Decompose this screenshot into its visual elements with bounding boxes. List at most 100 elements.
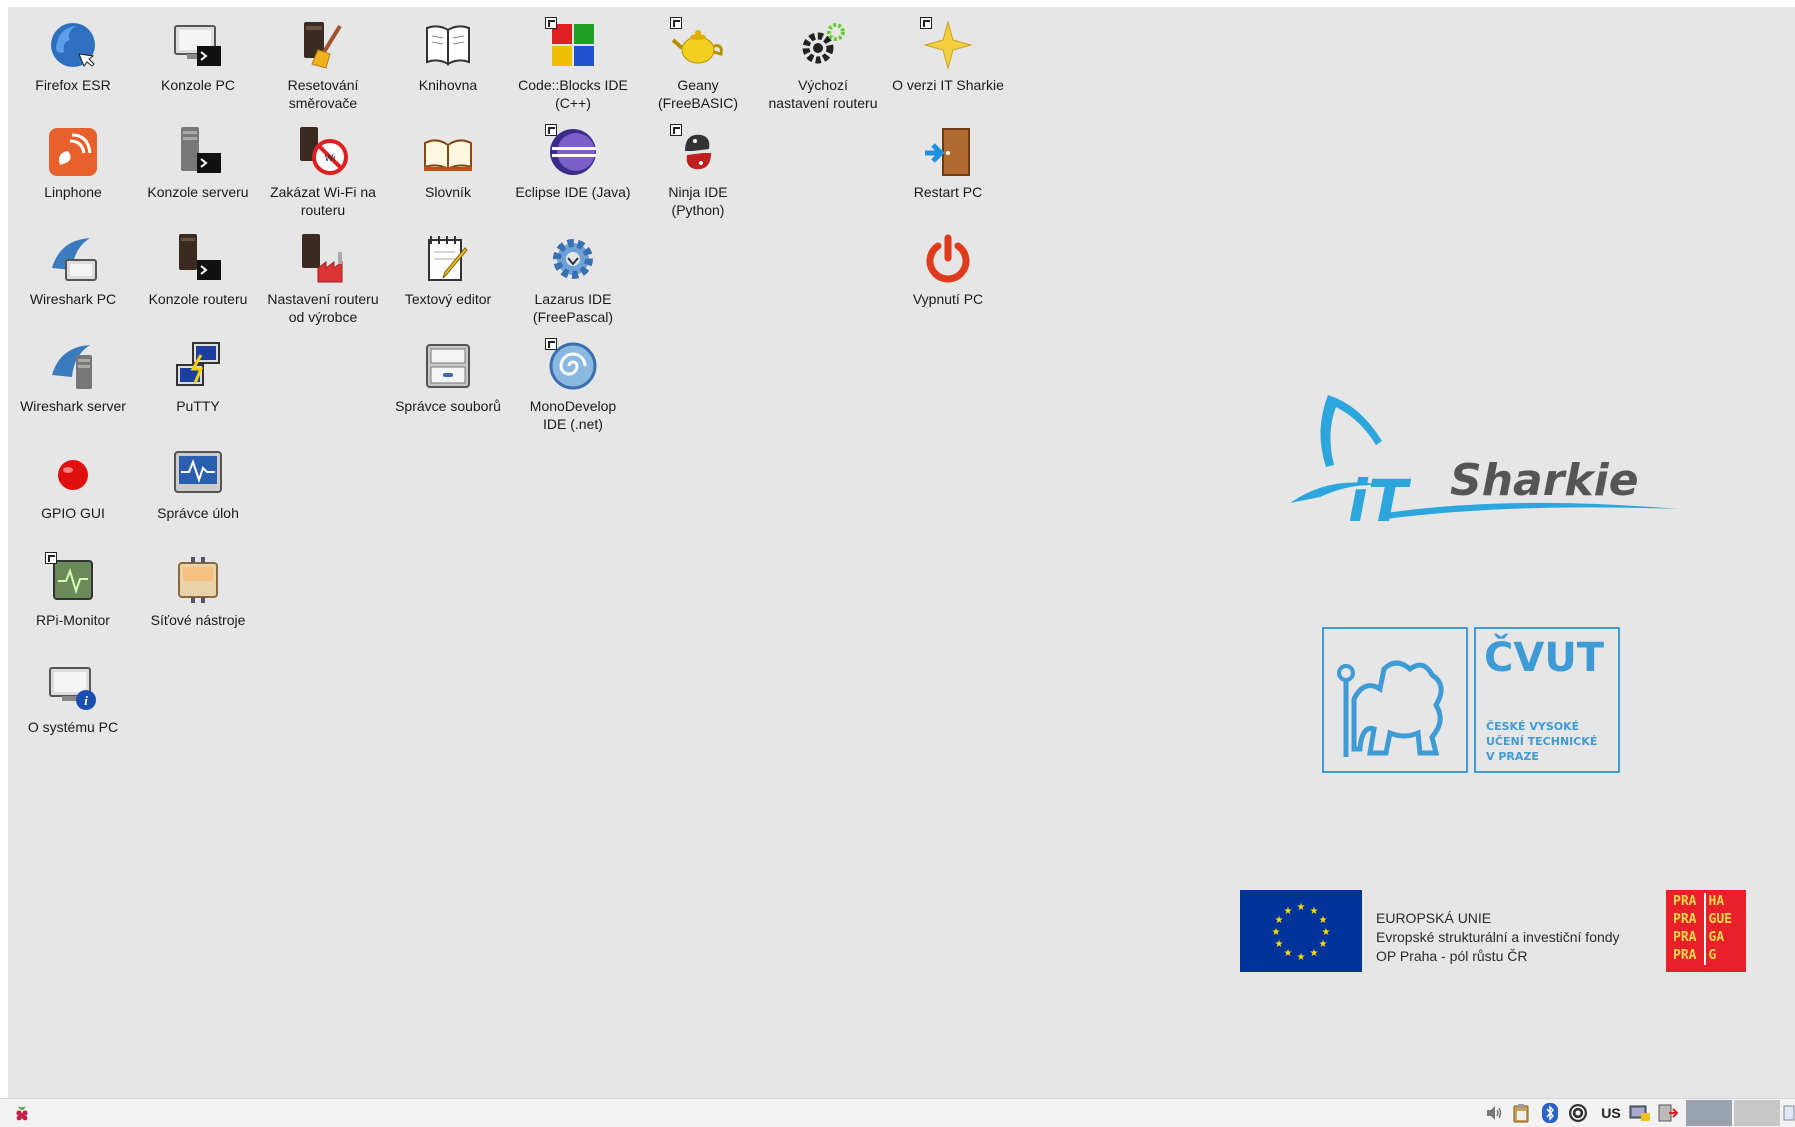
- svg-text:★: ★: [1319, 915, 1328, 926]
- desktop-icon-library[interactable]: Knihovna: [387, 17, 509, 94]
- wireshark-fin-icon: [45, 231, 101, 287]
- workspace-1[interactable]: [1686, 1100, 1732, 1126]
- cvut-line-1: ČESKÉ VYSOKÉ: [1486, 720, 1580, 733]
- eu-text: EUROPSKÁ UNIE Evropské strukturální a in…: [1376, 909, 1620, 966]
- desktop-icon-monodevelop[interactable]: MonoDevelop IDE (.net): [512, 338, 634, 433]
- eu-line-2: Evropské strukturální a investiční fondy: [1376, 929, 1620, 945]
- it-sharkie-logo: iT Sharkie: [1290, 385, 1680, 535]
- desktop-icon-task-manager[interactable]: Správce úloh: [137, 445, 259, 522]
- desktop-icon-disable-wifi[interactable]: Wi Zakázat Wi-Fi na routeru: [262, 124, 384, 219]
- desktop-icon-label: Nastavení routeru od výrobce: [267, 291, 379, 325]
- svg-text:★: ★: [1310, 948, 1319, 959]
- linphone-icon: [45, 124, 101, 180]
- show-desktop-icon[interactable]: [1782, 1103, 1795, 1123]
- praha-cell: PRA: [1666, 929, 1706, 947]
- desktop: Firefox ESR Konzole PC Resetování směrov…: [8, 7, 1795, 1098]
- desktop-icon-wireshark-server[interactable]: Wireshark server: [12, 338, 134, 415]
- desktop-icon-about-it-sharkie[interactable]: O verzi IT Sharkie: [887, 17, 1009, 94]
- desktop-icon-geany[interactable]: Geany (FreeBASIC): [637, 17, 759, 112]
- star-icon: [920, 17, 976, 73]
- cvut-wordmark: ČVUT ČESKÉ VYSOKÉ UČENÍ TECHNICKÉ V PRAZ…: [1474, 627, 1620, 773]
- desktop-icon-text-editor[interactable]: Textový editor: [387, 231, 509, 308]
- desktop-icon-label: O verzi IT Sharkie: [892, 77, 1004, 93]
- firefox-icon: [45, 17, 101, 73]
- logout-icon[interactable]: [1656, 1103, 1680, 1123]
- svg-text:Wi: Wi: [325, 153, 336, 163]
- desktop-icon-shutdown[interactable]: Vypnutí PC: [887, 231, 1009, 308]
- it-sharkie-name: Sharkie: [1450, 455, 1639, 506]
- screen-icon[interactable]: [1628, 1103, 1652, 1123]
- desktop-icon-about-system[interactable]: i O systému PC: [12, 659, 134, 736]
- it-sharkie-prefix: iT: [1348, 467, 1412, 535]
- desktop-icon-rpi-monitor[interactable]: RPi-Monitor: [12, 552, 134, 629]
- shortcut-arrow-icon: [45, 552, 57, 564]
- svg-text:★: ★: [1297, 902, 1306, 913]
- power-icon: [920, 231, 976, 287]
- svg-text:★: ★: [1275, 915, 1284, 926]
- monitor-info-icon: i: [45, 659, 101, 715]
- wifi-off-icon: Wi: [295, 124, 351, 180]
- desktop-icon-label: PuTTY: [176, 398, 220, 414]
- desktop-icon-gpio[interactable]: GPIO GUI: [12, 445, 134, 522]
- svg-text:★: ★: [1322, 927, 1331, 938]
- desktop-icon-eclipse[interactable]: Eclipse IDE (Java): [512, 124, 634, 201]
- desktop-icon-label: RPi-Monitor: [36, 612, 110, 628]
- praha-cell: GA: [1708, 930, 1725, 945]
- desktop-icon-reset-router[interactable]: Resetování směrovače: [262, 17, 384, 112]
- desktop-icon-ninja[interactable]: Ninja IDE (Python): [637, 124, 759, 219]
- network-tools-icon: [170, 552, 226, 608]
- red-dot-icon: [45, 445, 101, 501]
- keyboard-layout-indicator[interactable]: US: [1596, 1103, 1626, 1123]
- desktop-icon-label: Wireshark PC: [29, 291, 117, 307]
- open-book-icon: [420, 124, 476, 180]
- eu-flag: ★ ★ ★ ★ ★ ★ ★ ★ ★ ★ ★ ★: [1240, 890, 1362, 972]
- desktop-icon-label: Textový editor: [404, 291, 492, 307]
- desktop-icon-router-factory[interactable]: Nastavení routeru od výrobce: [262, 231, 384, 326]
- router-terminal-icon: [170, 231, 226, 287]
- shortcut-arrow-icon: [920, 17, 932, 29]
- desktop-icon-network-tools[interactable]: Síťové nástroje: [137, 552, 259, 629]
- volume-icon[interactable]: [1484, 1103, 1504, 1123]
- server-terminal-icon: [170, 124, 226, 180]
- svg-text:★: ★: [1272, 927, 1281, 938]
- desktop-icon-default-router[interactable]: Výchozí nastavení routeru: [762, 17, 884, 112]
- cvut-title: ČVUT: [1484, 635, 1605, 681]
- desktop-icon-label: Code::Blocks IDE (C++): [518, 77, 628, 111]
- svg-text:★: ★: [1310, 906, 1319, 917]
- notepad-pencil-icon: [420, 231, 476, 287]
- desktop-icon-label: Správce úloh: [157, 505, 239, 521]
- svg-text:★: ★: [1284, 906, 1293, 917]
- desktop-icon-firefox[interactable]: Firefox ESR: [12, 17, 134, 94]
- desktop-icon-console-router[interactable]: Konzole routeru: [137, 231, 259, 308]
- network-icon[interactable]: [1566, 1103, 1590, 1123]
- eu-line-1: EUROPSKÁ UNIE: [1376, 910, 1492, 926]
- desktop-icon-lazarus[interactable]: Lazarus IDE (FreePascal): [512, 231, 634, 326]
- svg-text:★: ★: [1297, 952, 1306, 963]
- python-icon: [670, 124, 726, 180]
- desktop-icon-wireshark-pc[interactable]: Wireshark PC: [12, 231, 134, 308]
- desktop-icon-label: O systému PC: [27, 719, 119, 735]
- desktop-icon-label: Firefox ESR: [35, 77, 111, 93]
- desktop-icon-linphone[interactable]: Linphone: [12, 124, 134, 201]
- desktop-icon-label: Geany (FreeBASIC): [657, 77, 739, 111]
- raspberry-icon[interactable]: [12, 1103, 32, 1123]
- desktop-icon-label: Eclipse IDE (Java): [515, 184, 631, 200]
- desktop-icon-restart[interactable]: Restart PC: [887, 124, 1009, 201]
- shortcut-arrow-icon: [670, 17, 682, 29]
- monitor-terminal-icon: [170, 17, 226, 73]
- desktop-icon-file-manager[interactable]: Správce souborů: [387, 338, 509, 415]
- desktop-icon-putty[interactable]: PuTTY: [137, 338, 259, 415]
- desktop-icon-codeblocks[interactable]: Code::Blocks IDE (C++): [512, 17, 634, 112]
- clipboard-icon[interactable]: [1510, 1103, 1532, 1123]
- desktop-icon-label: Konzole routeru: [148, 291, 248, 307]
- desktop-icon-console-pc[interactable]: Konzole PC: [137, 17, 259, 94]
- workspace-2[interactable]: [1734, 1100, 1780, 1126]
- desktop-icon-label: Síťové nástroje: [150, 612, 246, 628]
- lazarus-gear-icon: [545, 231, 601, 287]
- desktop-icon-label: GPIO GUI: [41, 505, 105, 521]
- desktop-icon-console-server[interactable]: Konzole serveru: [137, 124, 259, 201]
- chip-pulse-icon: [45, 552, 101, 608]
- bluetooth-icon[interactable]: [1540, 1103, 1560, 1123]
- desktop-icon-dictionary[interactable]: Slovník: [387, 124, 509, 201]
- router-broom-icon: [295, 17, 351, 73]
